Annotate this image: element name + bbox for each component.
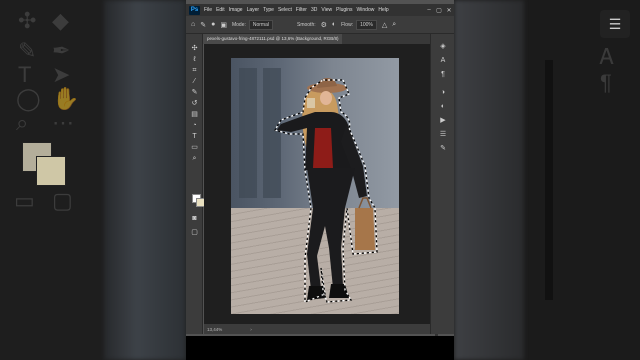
- menu-view[interactable]: View: [321, 7, 332, 13]
- adjustments-icon[interactable]: ◐: [438, 102, 448, 112]
- menu-filter[interactable]: Filter: [296, 7, 307, 13]
- settings-gear-icon[interactable]: ⚙: [321, 21, 327, 29]
- menu-help[interactable]: Help: [378, 7, 388, 13]
- menu-plugins[interactable]: Plugins: [336, 7, 352, 13]
- channel-badge-icon: ☰: [600, 10, 630, 38]
- ghost-hand-icon: ✋: [52, 86, 80, 111]
- eyedropper-icon[interactable]: ⁄: [188, 77, 201, 87]
- type-icon[interactable]: T: [188, 132, 201, 142]
- ghost-arrow-icon: ➤: [52, 62, 71, 87]
- options-bar: ⌂ ✎ ● ▣ Mode: Normal Smooth: ⚙ ◐ Flow: 1…: [186, 16, 454, 34]
- menu-window[interactable]: Window: [357, 7, 375, 13]
- flow-field[interactable]: 100%: [356, 19, 377, 30]
- screen: ✣ ◆ ✎ ✒ T ➤ ◯ ✋ ⌕ ⋯ ▭ ▢ Ꭺ ¶ ☰ Ps File Ed…: [0, 0, 640, 360]
- window-controls: – ▢ ✕: [424, 7, 454, 14]
- menu-bar: Ps File Edit Image Layer Type Select Fil…: [186, 4, 454, 16]
- angle-icon[interactable]: △: [382, 21, 387, 29]
- letterbox-bottom: [186, 336, 454, 360]
- dodge-icon[interactable]: ◔: [188, 121, 201, 131]
- document-tab[interactable]: pexels-gustavo-fring-4872111.psd @ 13,6%…: [203, 34, 343, 44]
- menu-file[interactable]: File: [204, 7, 212, 13]
- ghost-move-icon: ✣: [18, 8, 37, 33]
- lasso-icon[interactable]: ℓ: [188, 55, 201, 65]
- brush-panel-icon[interactable]: ▣: [220, 21, 227, 29]
- airbrush-icon[interactable]: ◐: [332, 21, 336, 28]
- styles-icon[interactable]: ◑: [438, 88, 448, 98]
- home-icon[interactable]: ⌂: [191, 21, 195, 28]
- ghost-ellipse-icon: ◯: [16, 86, 41, 111]
- rectangle-icon[interactable]: ▭: [188, 143, 201, 153]
- blurred-photo-left: [104, 0, 186, 360]
- menu-3d[interactable]: 3D: [311, 7, 317, 13]
- panels-dock: ◈ A ¶ ◑ ◐ ▶ ☰ ✎: [430, 34, 454, 334]
- ghost-character-icon: Ꭺ: [600, 44, 615, 69]
- document-canvas[interactable]: [231, 58, 399, 314]
- brush-icon[interactable]: ✎: [188, 88, 201, 98]
- ghost-quickmask-icon: ▭: [14, 188, 35, 213]
- menu-type[interactable]: Type: [263, 7, 274, 13]
- crop-icon[interactable]: ⌗: [188, 66, 201, 76]
- maximize-icon[interactable]: ▢: [434, 7, 444, 14]
- tools-panel: ✣ ⬚ ℓ ✲ ⌗ ⊠ ⁄ ✚ ✎ ♙ ↺ ◇ ▤ ◬ ◔ ✒ T ➤ ▭ ✋: [186, 34, 212, 334]
- move-icon[interactable]: ✣: [188, 44, 201, 54]
- mode-label: Mode:: [231, 21, 246, 28]
- smooth-label: Smooth:: [297, 21, 316, 28]
- ghost-zoom-icon: ⌕: [16, 110, 29, 135]
- brush-preset-icon[interactable]: ✎: [200, 21, 206, 29]
- status-bar: 13,44% ›: [204, 324, 430, 334]
- flow-label: Flow:: [341, 21, 354, 28]
- ghost-paragraph-icon: ¶: [600, 70, 612, 95]
- menu-edit[interactable]: Edit: [216, 7, 225, 13]
- photoshop-window: Ps File Edit Image Layer Type Select Fil…: [186, 0, 454, 360]
- character-icon[interactable]: A: [438, 56, 448, 66]
- ghost-screenmode-icon: ▢: [52, 188, 73, 213]
- gradient-icon[interactable]: ▤: [188, 110, 201, 120]
- ghost-background-swatch: [36, 156, 66, 186]
- brush-settings-icon[interactable]: ✎: [438, 144, 448, 154]
- zoom-icon[interactable]: ⌕: [188, 154, 201, 164]
- photoshop-logo: Ps: [189, 5, 200, 15]
- ghost-bucket-icon: ◆: [52, 8, 69, 33]
- history-brush-icon[interactable]: ↺: [188, 99, 201, 109]
- ghost-brush-icon: ✎: [18, 38, 37, 63]
- ghost-scrollbar: [545, 60, 553, 300]
- document-tab-bar: pexels-gustavo-fring-4872111.psd @ 13,6%…: [203, 34, 431, 44]
- canvas-area[interactable]: [204, 44, 438, 360]
- brush-size-icon[interactable]: ●: [211, 21, 215, 28]
- ghost-more-icon: ⋯: [52, 110, 74, 135]
- ghost-pen-icon: ✒: [52, 38, 71, 63]
- zoom-level[interactable]: 13,44%: [207, 327, 222, 332]
- layers-icon[interactable]: ◈: [438, 42, 448, 52]
- menu-select[interactable]: Select: [278, 7, 292, 13]
- menu-layer[interactable]: Layer: [247, 7, 260, 13]
- screen-mode-icon[interactable]: ▢: [188, 228, 201, 238]
- photo-subject: [274, 77, 378, 303]
- close-icon[interactable]: ✕: [444, 7, 454, 14]
- blurred-photo-right: [454, 0, 524, 360]
- mode-select[interactable]: Normal: [248, 19, 273, 30]
- minimize-icon[interactable]: –: [424, 7, 434, 14]
- quick-mask-icon[interactable]: ◙: [188, 214, 201, 224]
- ghost-type-icon: T: [18, 62, 32, 87]
- play-icon[interactable]: ▶: [438, 116, 448, 126]
- menu-image[interactable]: Image: [229, 7, 243, 13]
- paragraph-icon[interactable]: ¶: [438, 70, 448, 80]
- search-icon[interactable]: ⌕: [392, 21, 396, 29]
- properties-icon[interactable]: ☰: [438, 130, 448, 140]
- status-arrow-icon[interactable]: ›: [250, 327, 252, 332]
